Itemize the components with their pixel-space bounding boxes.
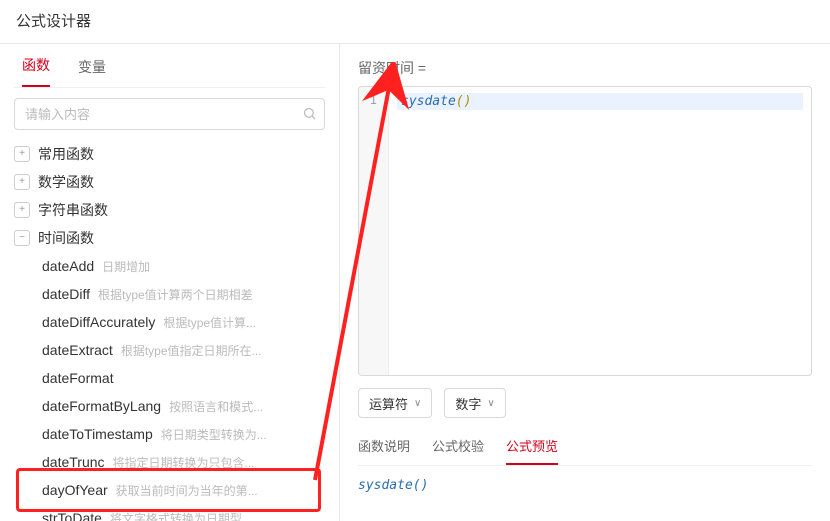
fn-name: dateAdd <box>42 258 94 274</box>
code-token-paren: () <box>456 94 472 109</box>
fn-item[interactable]: dateDiffAccurately 根据type值计算... <box>42 308 325 336</box>
search-icon <box>302 106 317 124</box>
group-string[interactable]: + 字符串函数 <box>14 196 325 224</box>
fn-name: dateExtract <box>42 342 113 358</box>
fn-item[interactable]: dateExtract 根据type值指定日期所在... <box>42 336 325 364</box>
expand-icon: + <box>14 202 30 218</box>
chevron-down-icon: ∨ <box>487 398 494 409</box>
group-label: 常用函数 <box>38 144 94 164</box>
number-dropdown[interactable]: 数字 ∨ <box>444 388 505 418</box>
fn-item[interactable]: dateTrunc 将指定日期转换为只包含... <box>42 448 325 476</box>
subtab-desc[interactable]: 函数说明 <box>358 436 410 465</box>
tab-variables[interactable]: 变量 <box>78 57 106 87</box>
preview-output: sysdate() <box>358 478 812 493</box>
group-label: 数学函数 <box>38 172 94 192</box>
fn-desc: 获取当前时间为当年的第... <box>116 482 258 499</box>
group-time[interactable]: −时间函数 <box>14 224 325 252</box>
function-tree[interactable]: + 常用函数 + 数学函数 + 字符串函数 −时间函数 dateAdd 日期增加 dat… <box>14 140 325 521</box>
editor-toolbar: 运算符 ∨ 数字 ∨ <box>358 388 812 418</box>
expand-icon: + <box>14 146 30 162</box>
group-label: 时间函数 <box>38 228 94 248</box>
subtab-validate[interactable]: 公式校验 <box>432 436 484 465</box>
fn-desc: 将文字格式转换为日期型 <box>110 510 242 521</box>
expand-icon: + <box>14 174 30 190</box>
sub-tabs: 函数说明 公式校验 公式预览 <box>358 436 812 466</box>
fn-item[interactable]: dateAdd 日期增加 <box>42 252 325 280</box>
fn-name: dateToTimestamp <box>42 426 153 442</box>
group-common[interactable]: + 常用函数 <box>14 140 325 168</box>
formula-editor[interactable]: 1 sysdate() <box>358 86 812 376</box>
line-number: 1 <box>359 93 388 107</box>
subtab-preview[interactable]: 公式预览 <box>506 436 558 465</box>
left-panel: 函数 变量 + 常用函数 + 数学函数 + 字符串函数 −时间函数 dateAdd 日期… <box>0 44 340 521</box>
fn-name: dateDiff <box>42 286 90 302</box>
code-area[interactable]: sysdate() <box>389 87 811 375</box>
fn-desc: 日期增加 <box>102 258 150 275</box>
line-gutter: 1 <box>359 87 389 375</box>
collapse-icon: − <box>14 230 30 246</box>
code-token-fn: sysdate <box>401 94 456 109</box>
operator-dropdown[interactable]: 运算符 ∨ <box>358 388 432 418</box>
fn-desc: 根据type值指定日期所在... <box>121 342 262 359</box>
dropdown-label: 数字 <box>455 394 481 413</box>
time-fn-list: dateAdd 日期增加 dateDiff 根据type值计算两个日期相差 date… <box>14 252 325 521</box>
fn-desc: 将日期类型转换为... <box>161 426 267 443</box>
fn-item[interactable]: dateFormat <box>42 364 325 392</box>
group-label: 字符串函数 <box>38 200 108 220</box>
dialog-header: 公式设计器 <box>0 0 830 44</box>
right-panel: 留资时间 = 1 sysdate() 运算符 ∨ 数字 ∨ 函数说明 公式校验 公式… <box>340 44 830 521</box>
fn-item[interactable]: dayOfYear 获取当前时间为当年的第... <box>42 476 325 504</box>
fn-item[interactable]: dateToTimestamp 将日期类型转换为... <box>42 420 325 448</box>
tab-functions[interactable]: 函数 <box>22 55 50 87</box>
chevron-down-icon: ∨ <box>414 398 421 409</box>
fn-name: dateFormat <box>42 370 114 386</box>
dropdown-label: 运算符 <box>369 394 408 413</box>
group-math[interactable]: + 数学函数 <box>14 168 325 196</box>
fn-name: strToDate <box>42 510 102 521</box>
fn-desc: 将指定日期转换为只包含... <box>113 454 255 471</box>
search-input[interactable] <box>14 98 325 130</box>
main-layout: 函数 变量 + 常用函数 + 数学函数 + 字符串函数 −时间函数 dateAdd 日期… <box>0 44 830 521</box>
editor-label: 留资时间 = <box>358 58 812 78</box>
fn-item[interactable]: dateDiff 根据type值计算两个日期相差 <box>42 280 325 308</box>
code-line: sysdate() <box>397 93 803 110</box>
fn-name: dateFormatByLang <box>42 398 161 414</box>
fn-item[interactable]: strToDate 将文字格式转换为日期型 <box>42 504 325 521</box>
dialog-title: 公式设计器 <box>16 13 91 30</box>
fn-desc: 按照语言和模式... <box>169 398 263 415</box>
fn-desc: 根据type值计算... <box>163 314 256 331</box>
fn-item[interactable]: dateFormatByLang 按照语言和模式... <box>42 392 325 420</box>
fn-name: dateTrunc <box>42 454 105 470</box>
fn-desc: 根据type值计算两个日期相差 <box>98 286 253 303</box>
search-wrap <box>14 98 325 130</box>
fn-name: dayOfYear <box>42 482 108 498</box>
fn-name: dateDiffAccurately <box>42 314 155 330</box>
left-tabs: 函数 变量 <box>14 44 325 88</box>
